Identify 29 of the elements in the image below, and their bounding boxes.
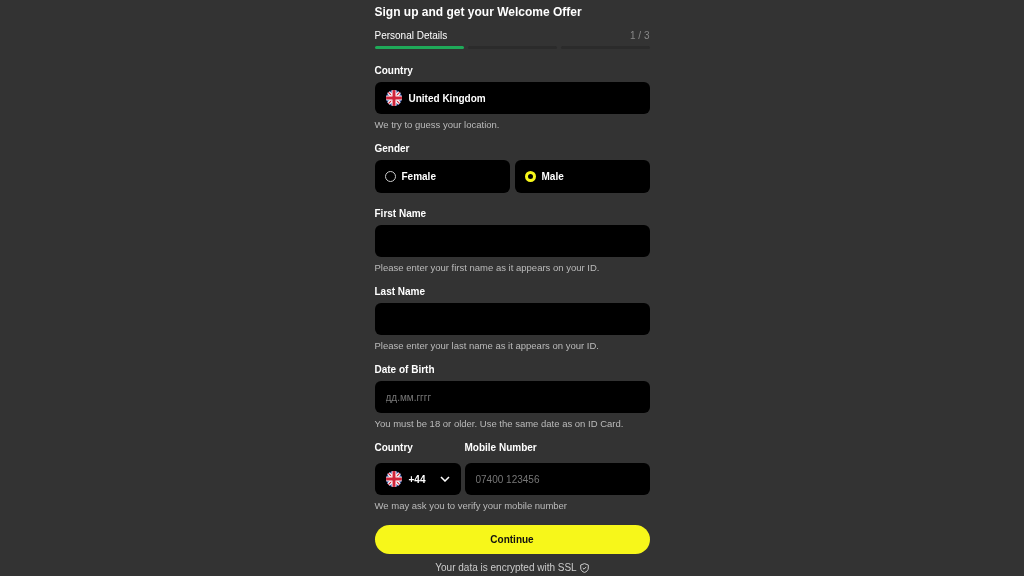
- field-hint: Please enter your last name as it appears on your ID.: [374, 340, 600, 351]
- chevron-down-icon: [439, 476, 450, 482]
- input-field[interactable]: [374, 225, 650, 257]
- field-hint: You must be 18 or older. Use the same date as on ID Card.: [374, 418, 625, 429]
- field-label: Gender: [374, 143, 411, 154]
- field-hint: We try to guess your location.: [374, 119, 501, 130]
- field-label: First Name: [374, 208, 428, 219]
- flag-icon: [385, 471, 402, 487]
- field-label: Country: [374, 442, 414, 453]
- step-title: Personal Details: [374, 30, 448, 41]
- gender-option[interactable]: Female: [374, 160, 510, 193]
- gender-option[interactable]: Male: [514, 160, 650, 193]
- page-title: Sign up and get your Welcome Offer: [374, 5, 583, 19]
- input-field[interactable]: дд.мм.гггг: [374, 381, 650, 413]
- field-label: Country: [374, 65, 414, 76]
- continue-button[interactable]: Continue: [374, 525, 650, 554]
- country-select[interactable]: United Kingdom: [374, 82, 650, 114]
- step-counter: 1 / 3: [630, 30, 650, 41]
- phone-input[interactable]: 07400 123456: [464, 463, 650, 495]
- ssl-note: Your data is encrypted with SSL: [435, 562, 577, 573]
- flag-icon: [385, 90, 402, 106]
- field-label: Mobile Number: [464, 442, 538, 453]
- shield-check-icon: [579, 562, 589, 573]
- field-label: Last Name: [374, 286, 427, 297]
- input-field[interactable]: [374, 303, 650, 335]
- dial-code-select[interactable]: +44: [374, 463, 461, 495]
- field-hint: We may ask you to verify your mobile number: [374, 500, 569, 511]
- field-label: Date of Birth: [374, 364, 436, 375]
- field-hint: Please enter your first name as it appears on your ID.: [374, 262, 601, 273]
